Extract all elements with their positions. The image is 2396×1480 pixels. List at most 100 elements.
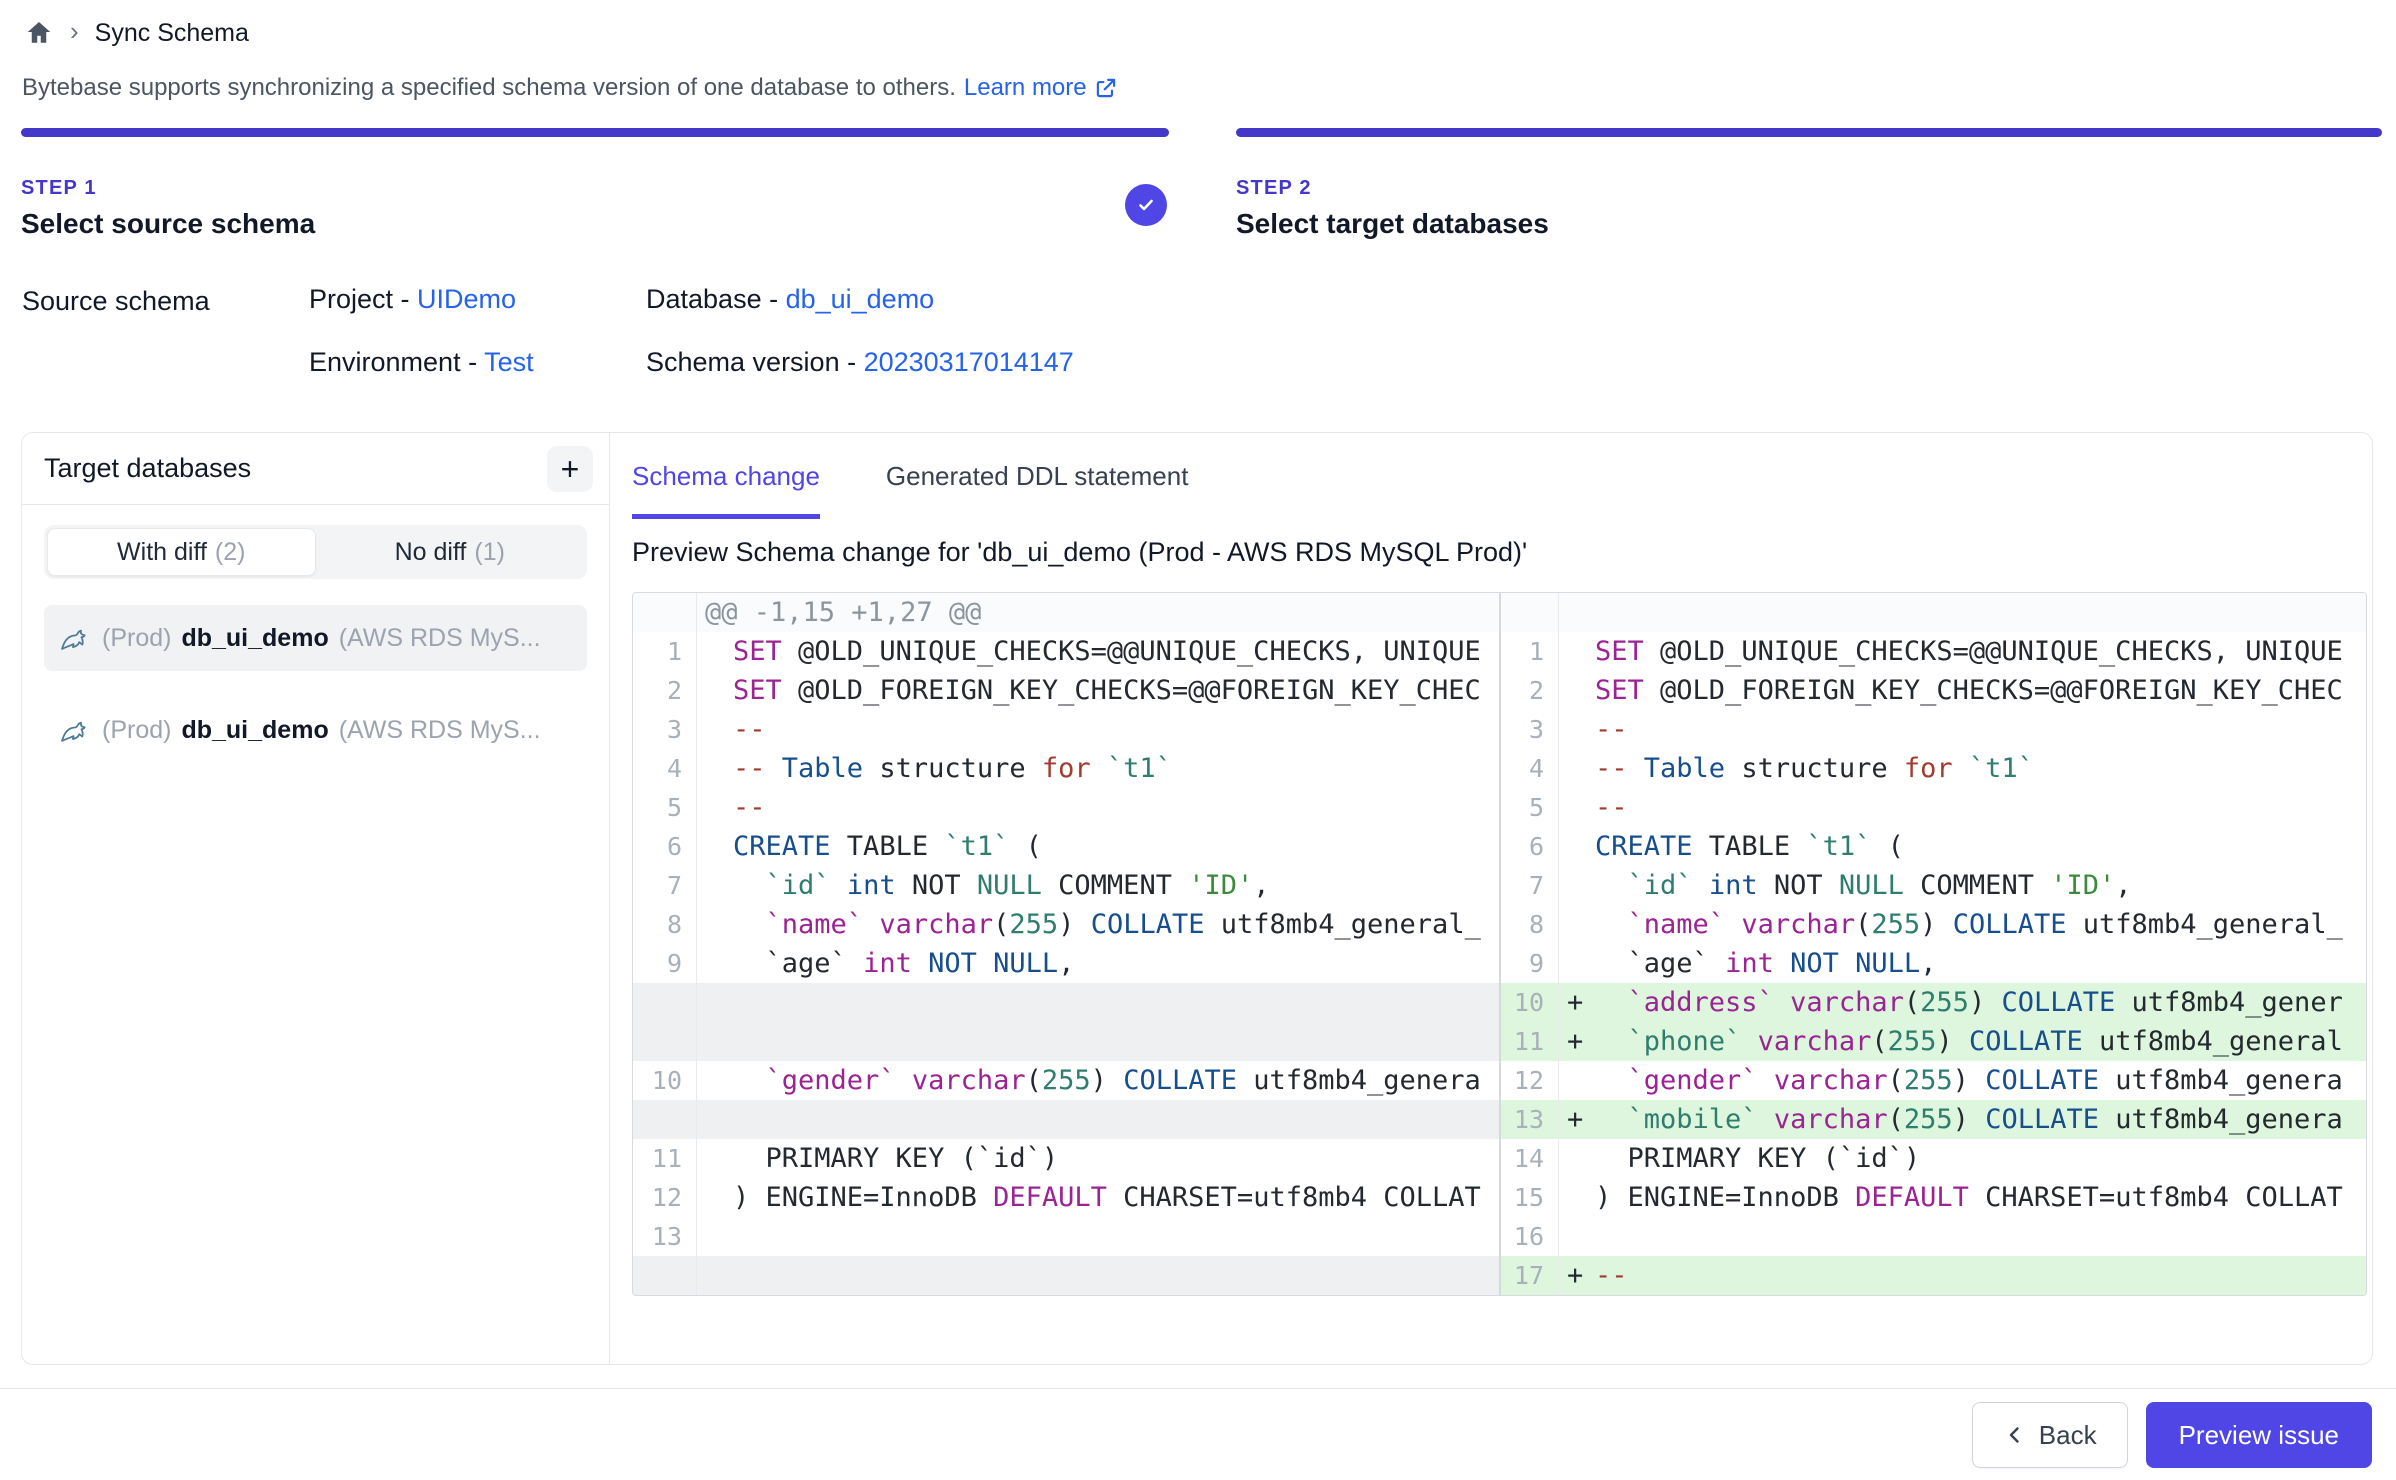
home-icon[interactable] (24, 18, 54, 48)
line-number: 5 (633, 788, 697, 827)
code-line: `id` int NOT NULL COMMENT 'ID', (1559, 866, 2366, 905)
line-number: 8 (1501, 905, 1559, 944)
learn-more-link[interactable]: Learn more (964, 74, 1119, 102)
tab-no-diff[interactable]: No diff (1) (316, 528, 585, 576)
code-line: `gender` varchar(255) COLLATE utf8mb4_ge… (697, 1061, 1499, 1100)
diff-line: 1SET @OLD_UNIQUE_CHECKS=@@UNIQUE_CHECKS,… (1501, 632, 2366, 671)
project-link[interactable]: UIDemo (417, 284, 516, 314)
mysql-icon (58, 623, 92, 653)
footer-divider (0, 1388, 2396, 1389)
code-line: -- Table structure for `t1` (697, 749, 1499, 788)
code-line: PRIMARY KEY (`id`) (697, 1139, 1499, 1178)
target-database-item[interactable]: (Prod) db_ui_demo (AWS RDS MyS... (44, 697, 587, 763)
source-field-project: Project - UIDemo (309, 284, 646, 315)
line-number: 1 (1501, 632, 1559, 671)
database-link[interactable]: db_ui_demo (786, 284, 935, 314)
code-line (697, 983, 1499, 1022)
line-number: 12 (1501, 1061, 1559, 1100)
step-1-progress-bar (21, 128, 1169, 137)
back-button[interactable]: Back (1972, 1402, 2128, 1468)
page-description: Bytebase supports synchronizing a specif… (0, 48, 2396, 102)
tab-schema-change[interactable]: Schema change (632, 461, 820, 519)
step-1: STEP 1 Select source schema (21, 128, 1169, 240)
code-line: -- (1559, 788, 2366, 827)
diff-line (633, 1022, 1499, 1061)
code-line (1559, 593, 2366, 632)
line-number (633, 983, 697, 1022)
diff-line: 7 `id` int NOT NULL COMMENT 'ID', (633, 866, 1499, 905)
line-number: 9 (1501, 944, 1559, 983)
added-line-marker: + (1567, 1022, 1595, 1061)
diff-line (633, 1256, 1499, 1295)
code-line: SET @OLD_UNIQUE_CHECKS=@@UNIQUE_CHECKS, … (697, 632, 1499, 671)
diff-line: 9 `age` int NOT NULL, (1501, 944, 2366, 983)
line-number: 6 (633, 827, 697, 866)
code-line (697, 1022, 1499, 1061)
line-number: 3 (1501, 710, 1559, 749)
line-number: 11 (633, 1139, 697, 1178)
code-line (697, 1256, 1499, 1295)
line-number: 14 (1501, 1139, 1559, 1178)
diff-line: 15) ENGINE=InnoDB DEFAULT CHARSET=utf8mb… (1501, 1178, 2366, 1217)
diff-line: 3-- (633, 710, 1499, 749)
code-line (697, 1217, 1499, 1256)
diff-line: 5-- (633, 788, 1499, 827)
diff-line (633, 983, 1499, 1022)
code-line: SET @OLD_FOREIGN_KEY_CHECKS=@@FOREIGN_KE… (697, 671, 1499, 710)
step-completed-check-icon (1125, 184, 1167, 226)
code-line: ) ENGINE=InnoDB DEFAULT CHARSET=utf8mb4 … (697, 1178, 1499, 1217)
schema-version-link[interactable]: 20230317014147 (864, 347, 1074, 377)
code-line: -- (1559, 710, 2366, 749)
preview-issue-button[interactable]: Preview issue (2146, 1402, 2372, 1468)
environment-link[interactable]: Test (484, 347, 534, 377)
add-target-database-button[interactable]: + (547, 446, 593, 492)
diff-line: 2SET @OLD_FOREIGN_KEY_CHECKS=@@FOREIGN_K… (1501, 671, 2366, 710)
code-line: ) ENGINE=InnoDB DEFAULT CHARSET=utf8mb4 … (1559, 1178, 2366, 1217)
diff-pane-old: @@ -1,15 +1,27 @@1SET @OLD_UNIQUE_CHECKS… (633, 593, 1499, 1295)
diff-line: 11 PRIMARY KEY (`id`) (633, 1139, 1499, 1178)
line-number: 6 (1501, 827, 1559, 866)
line-number: 7 (1501, 866, 1559, 905)
line-number: 11 (1501, 1022, 1559, 1061)
line-number (633, 1256, 697, 1295)
diff-line: 12 `gender` varchar(255) COLLATE utf8mb4… (1501, 1061, 2366, 1100)
source-field-database: Database - db_ui_demo (646, 284, 1074, 315)
line-number: 9 (633, 944, 697, 983)
code-line: SET @OLD_FOREIGN_KEY_CHECKS=@@FOREIGN_KE… (1559, 671, 2366, 710)
line-number: 1 (633, 632, 697, 671)
breadcrumb-chevron-icon: › (70, 18, 79, 44)
code-line: SET @OLD_UNIQUE_CHECKS=@@UNIQUE_CHECKS, … (1559, 632, 2366, 671)
diff-line: 8 `name` varchar(255) COLLATE utf8mb4_ge… (1501, 905, 2366, 944)
code-line: + `phone` varchar(255) COLLATE utf8mb4_g… (1559, 1022, 2366, 1061)
main-panel: Target databases + With diff (2) No diff… (21, 432, 2373, 1365)
tab-with-diff[interactable]: With diff (2) (47, 528, 316, 576)
code-line: `age` int NOT NULL, (697, 944, 1499, 983)
target-database-item[interactable]: (Prod) db_ui_demo (AWS RDS MyS... (44, 605, 587, 671)
tab-generated-ddl[interactable]: Generated DDL statement (886, 461, 1189, 519)
code-line: CREATE TABLE `t1` ( (1559, 827, 2366, 866)
code-line: `id` int NOT NULL COMMENT 'ID', (697, 866, 1499, 905)
code-line: @@ -1,15 +1,27 @@ (697, 593, 1499, 632)
preview-tabs: Schema change Generated DDL statement (632, 461, 2346, 519)
diff-line: 9 `age` int NOT NULL, (633, 944, 1499, 983)
diff-line: 17+-- (1501, 1256, 2366, 1295)
wizard-steps: STEP 1 Select source schema STEP 2 Selec… (0, 128, 2396, 240)
step-1-label: STEP 1 (21, 177, 1169, 200)
line-number (633, 593, 697, 632)
diff-line: 16 (1501, 1217, 2366, 1256)
code-line: -- Table structure for `t1` (1559, 749, 2366, 788)
line-number (1501, 593, 1559, 632)
diff-line: 8 `name` varchar(255) COLLATE utf8mb4_ge… (633, 905, 1499, 944)
line-number: 4 (1501, 749, 1559, 788)
line-number: 13 (633, 1217, 697, 1256)
code-line: -- (697, 788, 1499, 827)
code-line: +-- (1559, 1256, 2366, 1295)
line-number: 3 (633, 710, 697, 749)
code-line: -- (697, 710, 1499, 749)
step-1-title: Select source schema (21, 208, 1169, 240)
line-number: 13 (1501, 1100, 1559, 1139)
line-number: 17 (1501, 1256, 1559, 1295)
diff-line: 13 (633, 1217, 1499, 1256)
line-number: 5 (1501, 788, 1559, 827)
schema-diff-editor[interactable]: @@ -1,15 +1,27 @@1SET @OLD_UNIQUE_CHECKS… (632, 592, 2367, 1296)
